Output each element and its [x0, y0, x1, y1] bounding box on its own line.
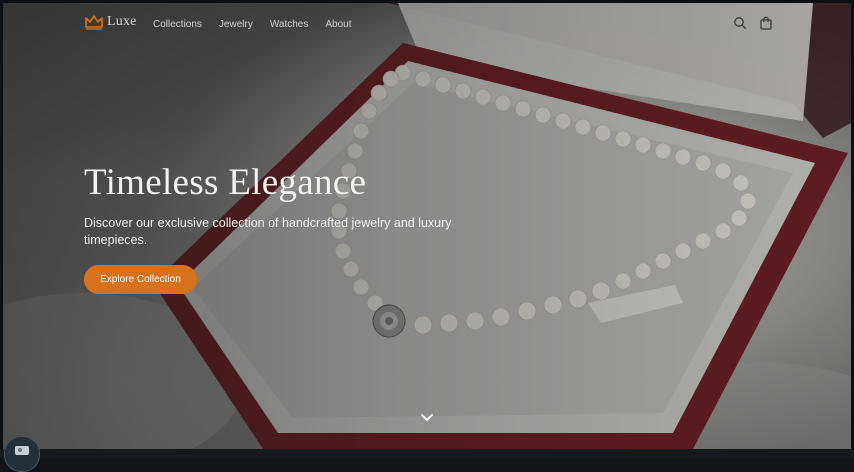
hero-title: Timeless Elegance [84, 162, 367, 203]
nav-link-collections[interactable]: Collections [153, 19, 202, 30]
nav-links: Collections Jewelry Watches About [153, 19, 369, 30]
nav-actions [733, 16, 773, 30]
hero-subtitle: Discover our exclusive collection of han… [84, 216, 452, 247]
chevron-down-icon[interactable] [420, 413, 434, 423]
hero-section: Luxe Collections Jewelry Watches About T… [3, 3, 851, 449]
search-icon[interactable] [733, 16, 747, 30]
explore-collection-button[interactable]: Explore Collection [84, 265, 197, 294]
crown-icon [85, 15, 103, 30]
avatar[interactable] [4, 436, 40, 472]
nav-link-watches[interactable]: Watches [270, 19, 309, 30]
nav-link-about[interactable]: About [325, 19, 351, 30]
brand-logo[interactable]: Luxe [84, 14, 137, 30]
bottom-bar [0, 449, 854, 457]
avatar-icon [15, 446, 29, 455]
shopping-bag-icon[interactable] [759, 16, 773, 30]
nav-link-jewelry[interactable]: Jewelry [219, 19, 253, 30]
top-navigation: Luxe Collections Jewelry Watches About [3, 3, 851, 43]
brand-name: Luxe [107, 14, 137, 29]
